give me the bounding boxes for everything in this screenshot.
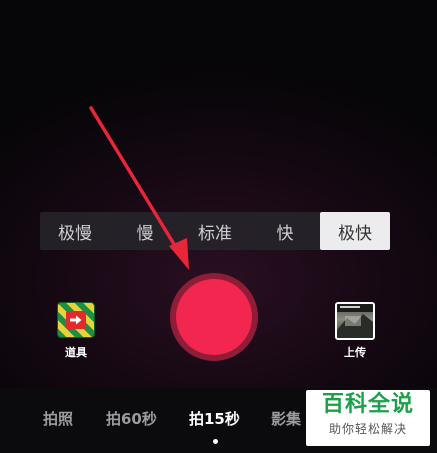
props-button[interactable]: 道具 [56, 302, 96, 360]
speed-option-very-slow[interactable]: 极慢 [40, 212, 110, 250]
mode-tab-60s[interactable]: 拍60秒 [106, 408, 157, 429]
upload-button[interactable]: 上传 [333, 302, 377, 360]
camera-screen: 极慢 慢 标准 快 极快 道具 上传 拍照 拍60秒 拍15秒 影集 百科全说 … [0, 0, 437, 453]
record-button-inner[interactable] [176, 279, 252, 355]
speed-selector: 极慢 慢 标准 快 极快 [40, 212, 390, 250]
watermark-title: 百科全说 [321, 392, 414, 417]
props-icon[interactable] [57, 302, 95, 338]
watermark-logo: 百科全说 助你轻松解决 [306, 390, 430, 446]
speed-option-normal[interactable]: 标准 [180, 212, 250, 250]
watermark-subtitle: 助你轻松解决 [328, 422, 407, 436]
mode-tab-photo[interactable]: 拍照 [43, 408, 73, 429]
props-label: 道具 [65, 346, 87, 359]
mode-tab-15s[interactable]: 拍15秒 [189, 408, 240, 429]
mode-tab-album[interactable]: 影集 [271, 408, 301, 429]
speed-option-very-fast[interactable]: 极快 [320, 212, 390, 250]
mode-indicator-dot [213, 439, 218, 444]
gallery-thumbnail-image [337, 304, 373, 338]
upload-label: 上传 [344, 346, 366, 359]
upload-thumbnail-icon[interactable] [335, 302, 375, 340]
speed-option-fast[interactable]: 快 [250, 212, 320, 250]
record-button[interactable] [170, 273, 258, 361]
arrow-right-icon [70, 315, 82, 325]
speed-option-slow[interactable]: 慢 [110, 212, 180, 250]
